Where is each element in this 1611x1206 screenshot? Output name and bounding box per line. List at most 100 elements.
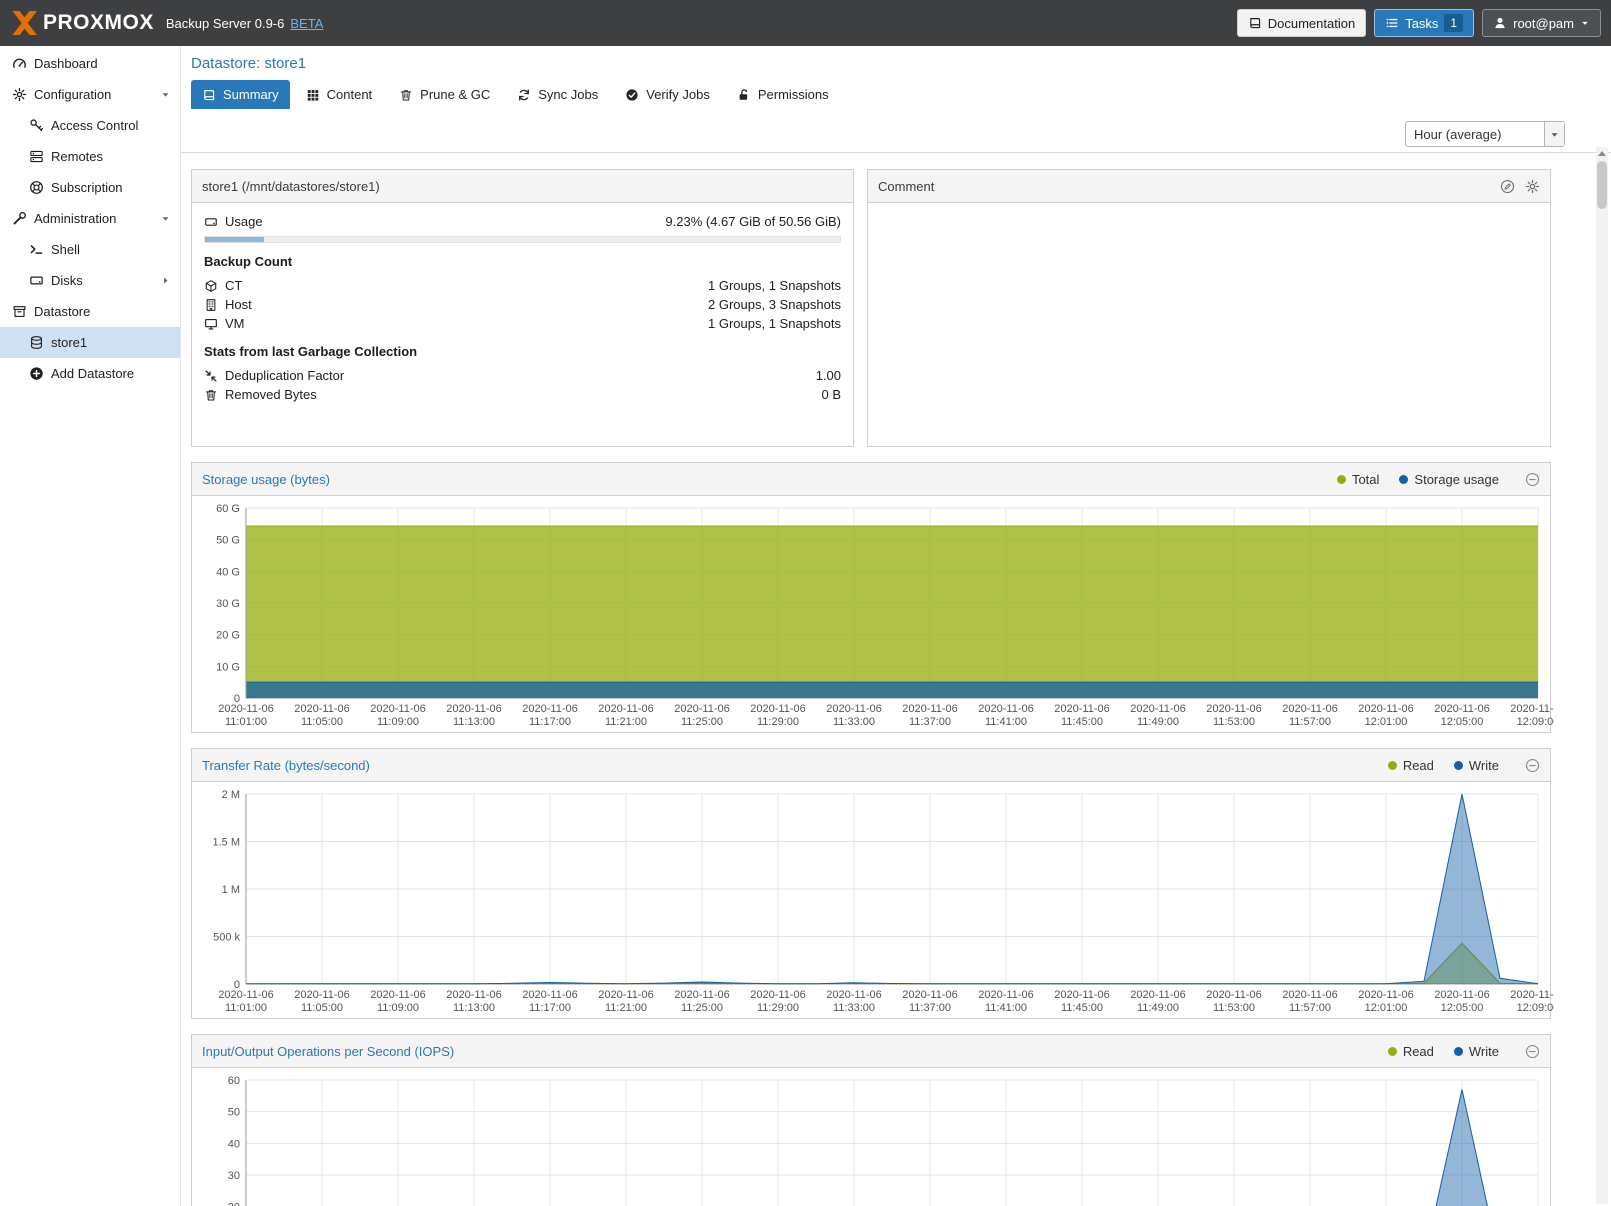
desktop-icon <box>204 317 218 331</box>
transfer-rate-chart-panel: Transfer Rate (bytes/second) Read Write … <box>191 748 1551 1019</box>
sidebar-item-remotes[interactable]: Remotes <box>0 141 180 172</box>
legend-total[interactable]: Total <box>1337 472 1379 487</box>
tab-verify-jobs[interactable]: Verify Jobs <box>614 80 721 109</box>
svg-text:2020-11-06: 2020-11-06 <box>978 989 1033 1001</box>
sidebar-item-add-datastore[interactable]: Add Datastore <box>0 358 180 389</box>
comment-body <box>868 203 1550 446</box>
svg-text:30 G: 30 G <box>216 598 240 610</box>
chevron-right-icon <box>160 275 171 286</box>
topbar-actions: Documentation Tasks 1 root@pam <box>1237 9 1601 37</box>
stat-row: CT 1 Groups, 1 Snapshots <box>204 276 841 295</box>
svg-text:2020-11-06: 2020-11-06 <box>1434 989 1489 1001</box>
scrollbar[interactable] <box>1596 147 1608 1204</box>
svg-text:2020-11-06: 2020-11-06 <box>1282 989 1337 1001</box>
sidebar-item-subscription[interactable]: Subscription <box>0 172 180 203</box>
legend-dot <box>1388 761 1397 770</box>
legend-read[interactable]: Read <box>1388 1044 1434 1059</box>
user-menu-button[interactable]: root@pam <box>1482 9 1601 37</box>
sidebar-item-disks[interactable]: Disks <box>0 265 180 296</box>
page-title: Datastore: store1 <box>181 46 1611 80</box>
legend-storage-usage[interactable]: Storage usage <box>1399 472 1499 487</box>
book-icon <box>202 88 216 102</box>
svg-text:2020-11-06: 2020-11-06 <box>522 703 577 715</box>
svg-text:11:13:00: 11:13:00 <box>453 1002 495 1014</box>
svg-text:11:13:00: 11:13:00 <box>453 716 495 728</box>
svg-text:11:17:00: 11:17:00 <box>529 716 571 728</box>
svg-text:12:09:00: 12:09:00 <box>1517 1002 1554 1014</box>
tab-permissions[interactable]: Permissions <box>726 80 840 109</box>
legend-dot <box>1388 1047 1397 1056</box>
svg-text:2020-11-06: 2020-11-06 <box>674 703 729 715</box>
svg-text:2020-11-06: 2020-11-06 <box>370 703 425 715</box>
sidebar-item-store1[interactable]: store1 <box>0 327 180 358</box>
sidebar-item-label: Remotes <box>51 149 103 164</box>
collapse-icon[interactable] <box>1525 1044 1540 1059</box>
scrollbar-up-button[interactable] <box>1596 147 1608 159</box>
sidebar-item-dashboard[interactable]: Dashboard <box>0 48 180 79</box>
collapse-icon[interactable] <box>1525 758 1540 773</box>
svg-text:20: 20 <box>228 1202 240 1206</box>
comment-panel-title: Comment <box>878 179 934 194</box>
collapse-icon[interactable] <box>1525 472 1540 487</box>
tab-prune-gc[interactable]: Prune & GC <box>388 80 501 109</box>
transfer-rate-chart-header: Transfer Rate (bytes/second) Read Write <box>192 749 1550 782</box>
storage-usage-chart-title: Storage usage (bytes) <box>202 472 330 487</box>
usage-row: Usage 9.23% (4.67 GiB of 50.56 GiB) <box>204 211 841 236</box>
edit-comment-icon[interactable] <box>1500 179 1515 194</box>
svg-text:2020-11-06: 2020-11-06 <box>294 703 349 715</box>
tab-sync-jobs[interactable]: Sync Jobs <box>506 80 609 109</box>
timeframe-select[interactable]: Hour (average) <box>1405 121 1565 147</box>
legend-label: Total <box>1352 472 1379 487</box>
legend-write[interactable]: Write <box>1454 1044 1499 1059</box>
svg-text:2020-11-06: 2020-11-06 <box>978 703 1033 715</box>
tab-content[interactable]: Content <box>295 80 384 109</box>
svg-text:11:41:00: 11:41:00 <box>985 1002 1027 1014</box>
legend-write[interactable]: Write <box>1454 758 1499 773</box>
svg-text:1 M: 1 M <box>222 884 240 896</box>
stat-row: Host 2 Groups, 3 Snapshots <box>204 295 841 314</box>
user-label: root@pam <box>1513 16 1574 31</box>
svg-text:2020-11-06: 2020-11-06 <box>598 703 653 715</box>
scrollbar-thumb[interactable] <box>1597 161 1607 209</box>
svg-text:2020-11-06: 2020-11-06 <box>1358 703 1413 715</box>
trash-icon <box>204 388 218 402</box>
archive-icon <box>12 304 27 319</box>
key-icon <box>29 118 44 133</box>
tab-label: Content <box>327 87 373 102</box>
documentation-button[interactable]: Documentation <box>1237 9 1366 37</box>
svg-text:0: 0 <box>234 979 240 991</box>
tab-summary[interactable]: Summary <box>191 80 290 109</box>
svg-text:11:21:00: 11:21:00 <box>605 716 647 728</box>
tab-label: Sync Jobs <box>538 87 598 102</box>
storage-usage-legend: Total Storage usage <box>1337 472 1499 487</box>
gear-icon[interactable] <box>1525 179 1540 194</box>
timeframe-value: Hour (average) <box>1406 127 1544 142</box>
tab-label: Prune & GC <box>420 87 490 102</box>
sidebar-item-access-control[interactable]: Access Control <box>0 110 180 141</box>
sidebar-item-administration[interactable]: Administration <box>0 203 180 234</box>
svg-text:11:45:00: 11:45:00 <box>1061 716 1103 728</box>
topbar: PROXMOX Backup Server 0.9-6 BETA Documen… <box>0 0 1611 46</box>
legend-read[interactable]: Read <box>1388 758 1434 773</box>
comment-panel-header: Comment <box>868 170 1550 203</box>
sidebar-item-datastore[interactable]: Datastore <box>0 296 180 327</box>
hdd-icon <box>204 215 218 229</box>
svg-text:40 G: 40 G <box>216 566 240 578</box>
svg-text:12:05:00: 12:05:00 <box>1441 716 1484 728</box>
sidebar-item-label: Disks <box>51 273 83 288</box>
svg-text:2020-11-06: 2020-11-06 <box>1206 989 1261 1001</box>
usage-progress-bar <box>204 236 841 243</box>
check-circle-icon <box>625 88 639 102</box>
sidebar-item-label: Dashboard <box>34 56 98 71</box>
svg-text:11:25:00: 11:25:00 <box>681 716 723 728</box>
database-icon <box>29 335 44 350</box>
sidebar-item-configuration[interactable]: Configuration <box>0 79 180 110</box>
tasks-button[interactable]: Tasks 1 <box>1374 9 1474 37</box>
summary-panel-header: store1 (/mnt/datastores/store1) <box>192 170 853 203</box>
svg-text:2020-11-06: 2020-11-06 <box>1054 989 1109 1001</box>
legend-label: Write <box>1469 1044 1499 1059</box>
beta-link[interactable]: BETA <box>290 16 323 31</box>
sidebar-item-shell[interactable]: Shell <box>0 234 180 265</box>
brand-name: PROXMOX <box>43 11 154 35</box>
book-icon <box>1248 16 1262 30</box>
